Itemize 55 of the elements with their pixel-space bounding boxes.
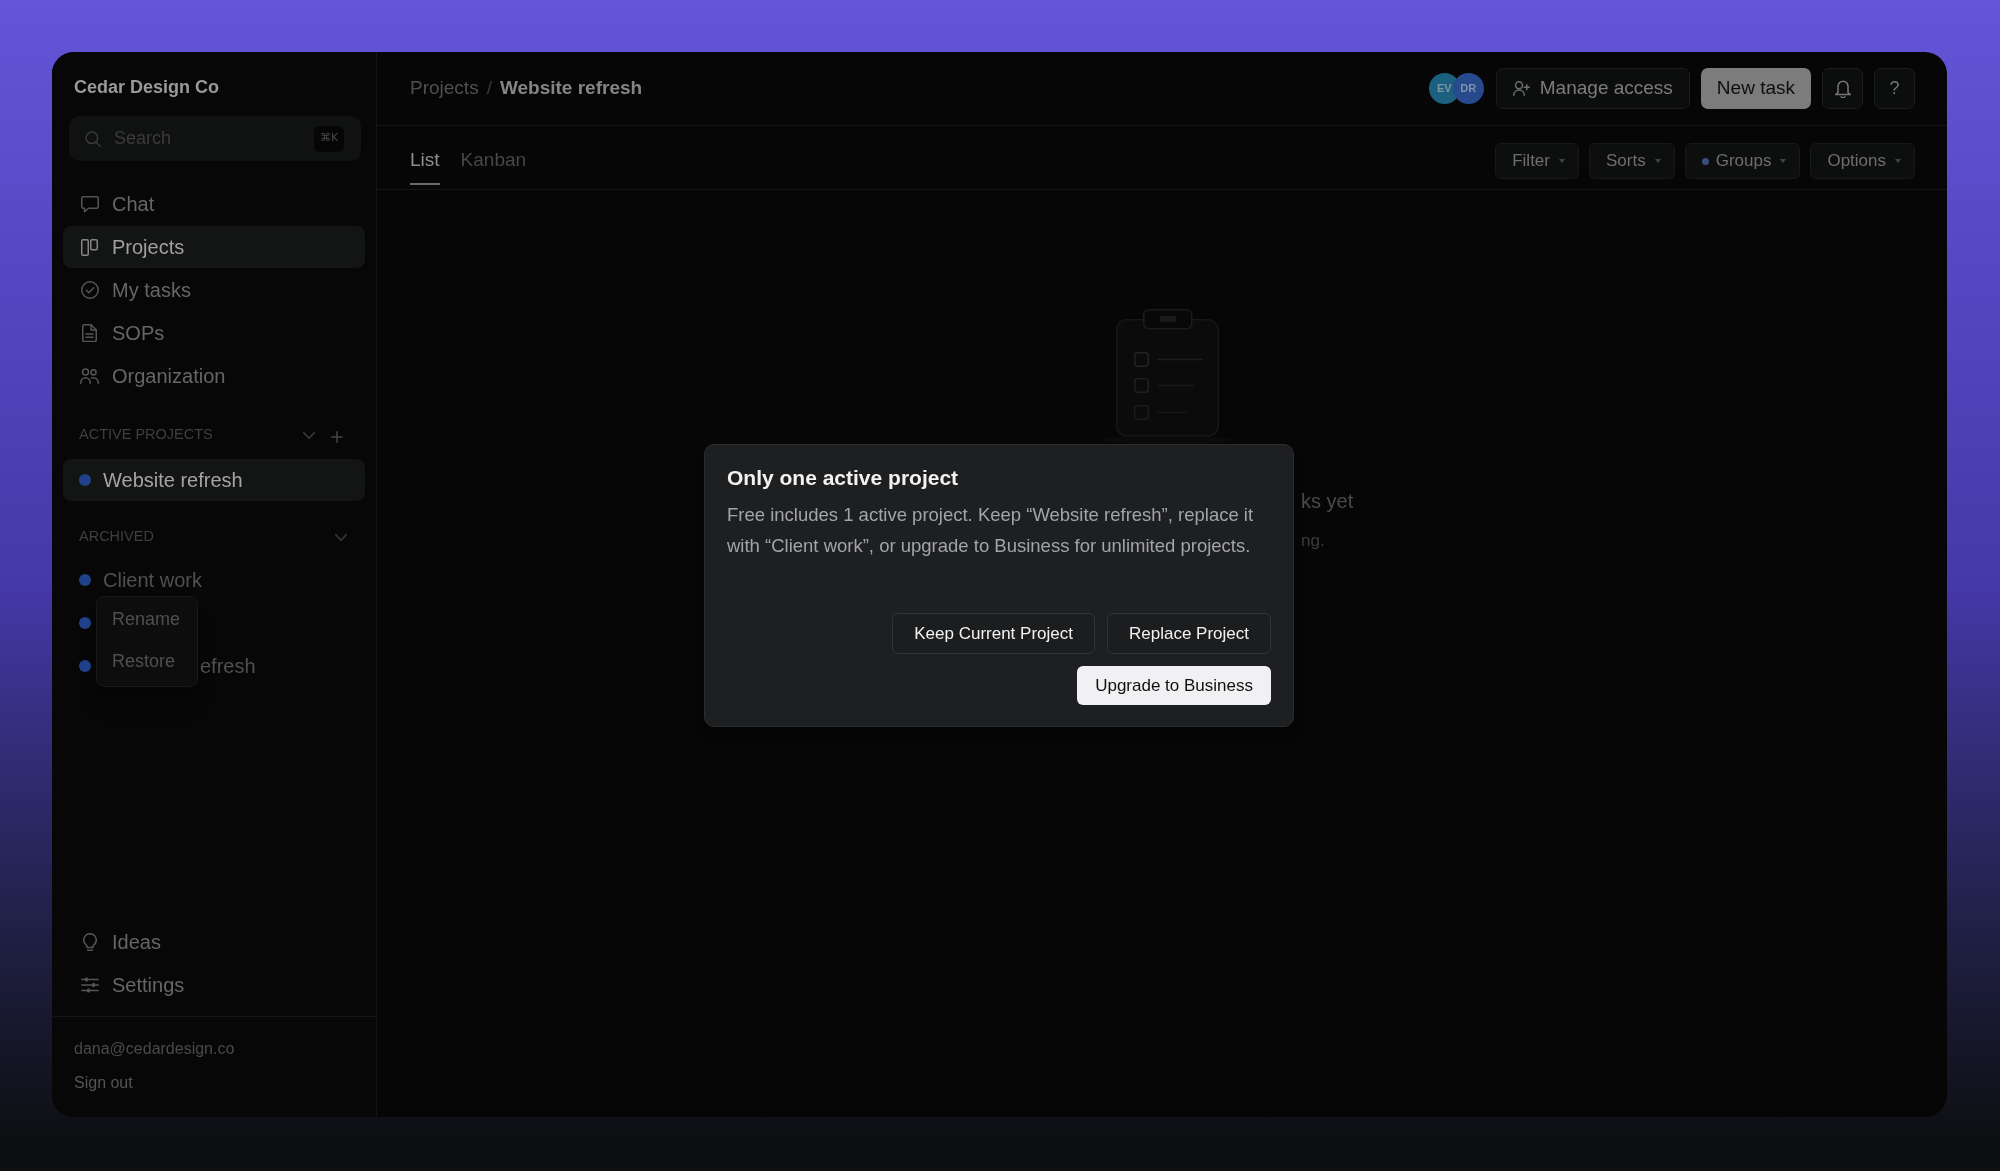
breadcrumb-link[interactable]: Projects (410, 74, 479, 103)
nav-item[interactable]: Settings (63, 964, 365, 1006)
notifications-button[interactable] (1822, 68, 1863, 109)
account-email: dana@cedardesign.co (74, 1039, 235, 1059)
dialog-button[interactable]: Replace Project (1107, 613, 1271, 654)
sliders-icon (80, 977, 99, 993)
chevron-down-icon[interactable] (303, 431, 315, 439)
bell-icon (1834, 79, 1851, 98)
chevron-down-icon[interactable] (335, 533, 347, 541)
check-circle-icon (80, 281, 99, 299)
project-item[interactable]: efresh (200, 651, 256, 681)
caret-down-icon (1895, 159, 1901, 163)
chat-bubble-icon (80, 195, 99, 213)
project-item[interactable]: Website refresh (63, 459, 365, 501)
people-icon (80, 368, 99, 384)
help-button[interactable]: ? (1874, 68, 1915, 109)
tab[interactable]: Kanban (460, 140, 527, 185)
empty-state-title: ks yet (1301, 489, 1354, 514)
nav-item[interactable]: Projects (63, 226, 365, 268)
menu-item[interactable]: Restore (97, 640, 197, 682)
user-plus-icon (1512, 81, 1530, 96)
dropdown-button[interactable]: Options (1810, 143, 1915, 179)
new-task-button[interactable]: New task (1700, 68, 1811, 109)
nav-item[interactable]: My tasks (63, 269, 365, 311)
breadcrumb-current: Website refresh (499, 76, 643, 101)
search-icon (85, 130, 101, 147)
breadcrumb-separator: / (486, 76, 492, 101)
nav-item[interactable]: Organization (63, 355, 365, 397)
dialog-message: Free includes 1 active project. Keep “Website refresh”, replace it with “Client work”, or upgrade to Business for unlimited projects. (727, 503, 1255, 558)
avatar: DR (1452, 73, 1484, 104)
dropdown-button[interactable]: Groups (1684, 143, 1801, 179)
dropdown-button[interactable]: Sorts (1588, 143, 1675, 179)
caret-down-icon (1654, 159, 1661, 163)
project-item[interactable]: Client work (63, 565, 202, 595)
shortcut-hint: ⌘K (314, 125, 344, 152)
dialog-button[interactable]: Keep Current Project (892, 613, 1095, 654)
upgrade-button[interactable]: Upgrade to Business (1077, 666, 1271, 705)
section-heading: ACTIVE PROJECTS (79, 425, 213, 445)
caret-down-icon (1558, 159, 1565, 163)
nav-item[interactable]: Chat (63, 183, 365, 225)
sign-out-link[interactable]: Sign out (74, 1072, 133, 1094)
lightbulb-icon (82, 933, 97, 951)
tab[interactable]: List (410, 140, 440, 185)
plus-icon[interactable] (331, 430, 343, 443)
nav-item[interactable]: Ideas (63, 921, 365, 963)
caret-down-icon (1780, 159, 1787, 163)
nav-item[interactable]: SOPs (63, 312, 365, 354)
columns-icon (81, 238, 98, 256)
document-icon (82, 324, 97, 342)
dialog-title: Only one active project (727, 465, 959, 491)
access-button[interactable]: Manage access (1495, 68, 1690, 109)
menu-item[interactable]: Rename (97, 598, 197, 640)
section-heading: ARCHIVED (79, 527, 154, 547)
workspace-name: Cedar Design Co (74, 76, 220, 99)
dropdown-button[interactable]: Filter (1495, 143, 1579, 179)
